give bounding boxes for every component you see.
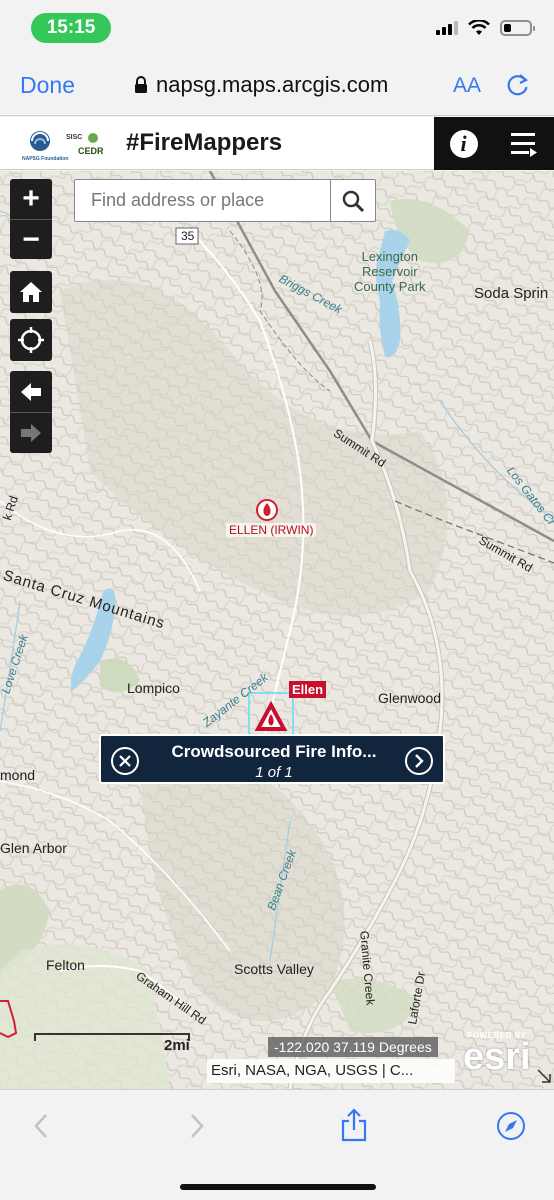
- browser-bar: Done napsg.maps.arcgis.com AA: [0, 58, 554, 116]
- forward-arrow-icon[interactable]: [188, 1112, 206, 1140]
- map-view[interactable]: 35 Lexington Reservoir County Park Brigg…: [0, 171, 554, 1089]
- menu-icon[interactable]: [509, 131, 539, 157]
- home-icon: [20, 282, 42, 302]
- extent-navigation: [10, 371, 52, 453]
- header-actions: i: [434, 117, 554, 170]
- popup-count: 1 of 1: [255, 764, 293, 781]
- done-button[interactable]: Done: [20, 72, 75, 99]
- esri-wordmark: esri: [463, 1036, 531, 1078]
- arrow-right-icon: [21, 424, 41, 442]
- felton-label: Felton: [46, 957, 85, 973]
- wifi-icon: [468, 20, 490, 35]
- lompico-label: Lompico: [127, 680, 180, 696]
- zoom-controls: + −: [10, 179, 52, 259]
- text-size-button[interactable]: AA: [453, 74, 481, 98]
- app-header: NAPSG Foundation SISC CEDR #FireMappers …: [0, 117, 554, 170]
- search-icon: [342, 190, 364, 212]
- battery-icon: [500, 20, 535, 36]
- soda-springs-label: Soda Sprin: [474, 285, 549, 302]
- svg-text:CEDR: CEDR: [78, 146, 104, 156]
- search-button[interactable]: [330, 180, 375, 221]
- lock-icon: [135, 76, 147, 93]
- route-35-label: 35: [181, 229, 195, 243]
- popup-next-button[interactable]: [405, 747, 433, 775]
- esri-logo[interactable]: POWERED BY esri: [463, 1031, 531, 1078]
- home-button[interactable]: [10, 271, 52, 313]
- map-attribution[interactable]: Esri, NASA, NGA, USGS | C...: [207, 1059, 455, 1083]
- next-extent-button[interactable]: [10, 412, 52, 453]
- feature-popup: Crowdsourced Fire Info... 1 of 1: [99, 734, 445, 784]
- search-input[interactable]: [75, 180, 330, 221]
- status-time: 15:15: [31, 13, 111, 43]
- app-title: #FireMappers: [126, 129, 283, 156]
- popup-title: Crowdsourced Fire Info...: [171, 742, 377, 761]
- share-icon[interactable]: [340, 1108, 368, 1142]
- compass-icon[interactable]: [496, 1111, 526, 1141]
- fire-name-label[interactable]: ELLEN (IRWIN): [226, 523, 317, 537]
- zoom-out-button[interactable]: −: [10, 219, 52, 259]
- zoom-in-button[interactable]: +: [10, 179, 52, 219]
- back-arrow-icon[interactable]: [32, 1112, 50, 1140]
- arrow-left-icon: [21, 382, 41, 401]
- url-display[interactable]: napsg.maps.arcgis.com: [134, 72, 388, 98]
- status-bar: 15:15: [0, 0, 554, 58]
- napsg-logo-icon: NAPSG Foundation SISC CEDR: [22, 131, 104, 162]
- svg-text:NAPSG Foundation: NAPSG Foundation: [22, 156, 68, 162]
- url-text: napsg.maps.arcgis.com: [156, 72, 389, 97]
- previous-extent-button[interactable]: [10, 371, 52, 412]
- chevron-right-icon: [415, 754, 424, 768]
- home-indicator[interactable]: [180, 1184, 376, 1190]
- glenwood-label: Glenwood: [378, 690, 442, 706]
- coordinate-readout: -122.020 37.119 Degrees: [268, 1037, 438, 1057]
- svg-text:SISC: SISC: [66, 134, 82, 141]
- terrain-basemap[interactable]: [0, 171, 554, 1089]
- scale-label: 2mi: [164, 1037, 190, 1054]
- popup-close-button[interactable]: [111, 747, 139, 775]
- mond-label: mond: [0, 767, 36, 783]
- search-widget: [74, 179, 376, 222]
- incident-tag[interactable]: Ellen: [289, 681, 327, 698]
- text-size-label: AA: [453, 74, 482, 97]
- close-icon: [119, 755, 131, 767]
- scotts-valley-label: Scotts Valley: [234, 961, 314, 977]
- locate-button[interactable]: [10, 319, 52, 361]
- lexington-reservoir-label: Lexington Reservoir County Park: [354, 249, 426, 294]
- reload-button[interactable]: [505, 72, 531, 103]
- locate-crosshair-icon: [18, 327, 44, 353]
- partner-logos: NAPSG Foundation SISC CEDR: [18, 125, 113, 163]
- status-icons: [436, 20, 535, 36]
- resize-handle-icon[interactable]: [536, 1068, 552, 1084]
- info-button[interactable]: i: [449, 129, 478, 158]
- glen-arbor-label: Glen Arbor: [0, 840, 67, 856]
- cellular-signal-icon: [436, 21, 458, 35]
- reload-icon: [507, 74, 528, 96]
